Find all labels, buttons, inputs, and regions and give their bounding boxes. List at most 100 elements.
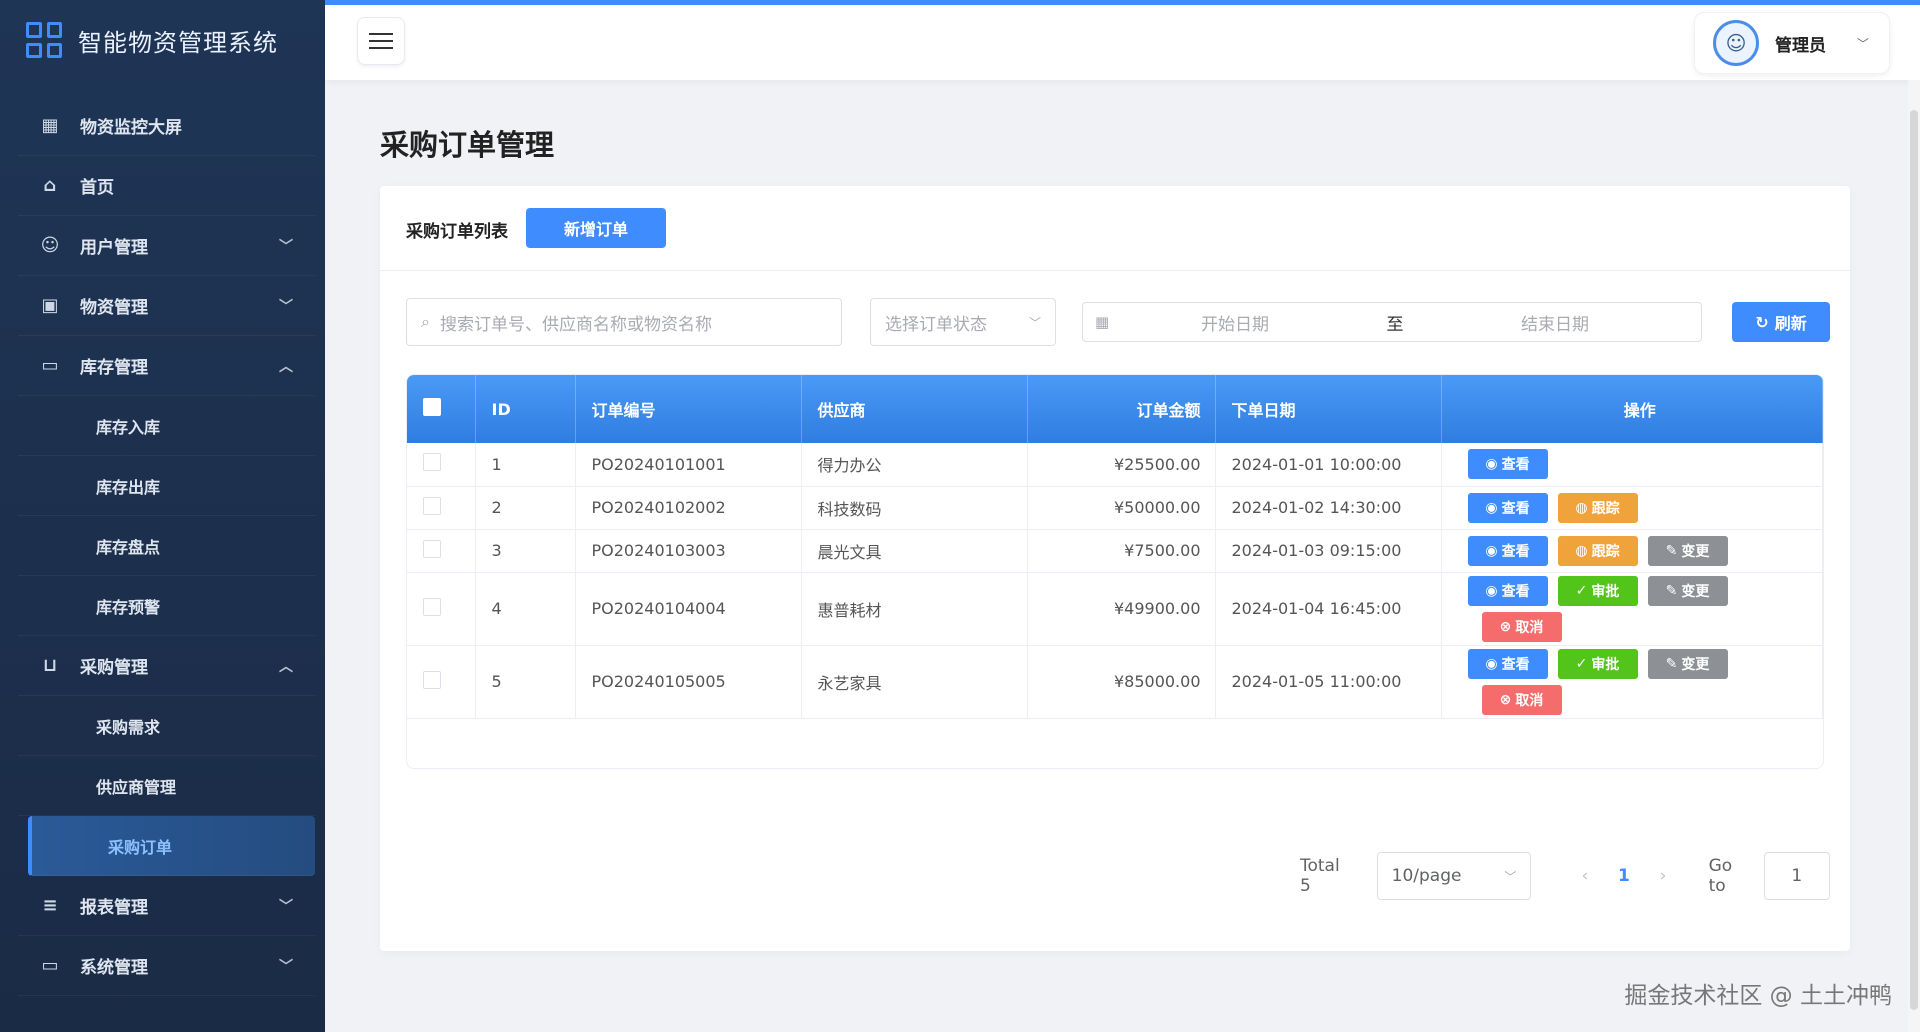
table-row: 4 PO20240104004 惠普耗材 ¥49900.00 2024-01-04 16… [407,572,1823,646]
sidebar-item-12[interactable]: 采购订单 [28,816,315,876]
sidebar: 智能物资管理系统 ▦ 物资监控大屏 ⌂ 首页 ☺ 用户管理 ﹀ ▣ 物资管理 ﹀ ▭ 库存管理 ︿ 库存入… [0,0,325,1032]
approve-button[interactable]: ✓ 审批 [1557,648,1638,679]
view-button[interactable]: ◉ 查看 [1467,648,1548,679]
view-button[interactable]: ◉ 查看 [1467,492,1548,523]
location-icon: ◍ [1575,499,1588,516]
track-button[interactable]: ◍ 跟踪 [1557,535,1638,566]
check-icon: ✓ [1575,582,1588,599]
change-button[interactable]: ✎ 变更 [1647,575,1728,606]
table-row: 1 PO20240101001 得力办公 ¥25500.00 2024-01-01 10… [407,443,1823,487]
sidebar-item-1[interactable]: ⌂ 首页 [18,156,315,216]
col-id[interactable]: ID [475,375,576,443]
cart-icon: ⊔ [42,655,58,676]
watermark: 掘金技术社区 @ 土土冲鸭 [1624,983,1892,1009]
date-range-picker[interactable]: ▦ 开始日期 至 结束日期 [1082,302,1702,342]
eye-icon: ◉ [1485,582,1498,599]
col-amount[interactable]: 订单金额 [1027,375,1216,443]
chevron-icon: ︿ [279,658,293,675]
page-size-select[interactable]: 10/page ﹀ [1376,852,1532,900]
users-icon: ☺ [40,235,60,256]
sidebar-item-7[interactable]: 库存盘点 [18,516,315,576]
new-order-button[interactable]: 新增订单 [526,208,666,248]
page-title: 采购订单管理 [380,128,555,162]
cell-order-no: PO20240104004 [575,572,802,646]
col-supplier[interactable]: 供应商 [801,375,1028,443]
approve-label: 审批 [1591,583,1620,600]
brand: 智能物资管理系统 [0,0,325,80]
change-label: 变更 [1681,543,1710,560]
view-button[interactable]: ◉ 查看 [1467,449,1548,480]
col-date[interactable]: 下单日期 [1215,375,1442,443]
next-page-icon[interactable]: › [1644,866,1683,886]
chevron-down-icon: ﹀ [1028,315,1041,330]
row-checkbox[interactable] [423,597,441,616]
scrollbar-thumb[interactable] [1910,110,1918,1010]
select-all-checkbox[interactable] [423,398,441,416]
sidebar-item-2[interactable]: ☺ 用户管理 ﹀ [18,216,315,276]
row-checkbox[interactable] [423,496,441,515]
sidebar-item-label: 物资管理 [80,298,148,318]
edit-icon: ✎ [1665,655,1678,672]
sidebar-item-label: 物资监控大屏 [80,118,182,138]
row-checkbox[interactable] [423,539,441,558]
sidebar-menu: ▦ 物资监控大屏 ⌂ 首页 ☺ 用户管理 ﹀ ▣ 物资管理 ﹀ ▭ 库存管理 ︿ 库存入库 库存出库 库存盘点… [0,80,325,996]
sidebar-item-11[interactable]: 供应商管理 [18,756,315,816]
cancel-button[interactable]: ⊗ 取消 [1481,611,1562,642]
change-button[interactable]: ✎ 变更 [1647,535,1728,566]
refresh-button[interactable]: ↻ 刷新 [1732,302,1830,342]
track-label: 跟踪 [1591,543,1620,560]
view-button[interactable]: ◉ 查看 [1467,535,1548,566]
sidebar-item-label: 用户管理 [80,238,148,258]
sidebar-item-10[interactable]: 采购需求 [18,696,315,756]
view-label: 查看 [1501,500,1530,517]
status-select[interactable]: 选择订单状态 ﹀ [870,298,1056,346]
prev-page-icon[interactable]: ‹ [1565,866,1604,886]
row-checkbox-cell [407,443,476,487]
view-label: 查看 [1501,543,1530,560]
sidebar-item-9[interactable]: ⊔ 采购管理 ︿ [18,636,315,696]
start-date-input[interactable]: 开始日期 [1135,310,1335,335]
check-icon: ✓ [1575,655,1588,672]
chevron-icon: ﹀ [279,298,293,315]
hamburger-icon [369,33,393,35]
monitor-icon: ▭ [41,955,59,976]
user-name: 管理员 [1775,35,1826,56]
track-button[interactable]: ◍ 跟踪 [1557,492,1638,523]
sidebar-item-6[interactable]: 库存出库 [18,456,315,516]
goto-input[interactable]: 1 [1763,852,1831,900]
search-icon: ⌕ [421,312,430,331]
table-row: 3 PO20240103003 晨光文具 ¥7500.00 2024-01-03 09:… [407,529,1823,573]
calendar-icon: ▦ [1095,313,1110,331]
refresh-label: 刷新 [1774,314,1807,333]
cell-amount: ¥50000.00 [1027,486,1216,530]
sidebar-item-13[interactable]: ≡ 报表管理 ﹀ [18,876,315,936]
approve-button[interactable]: ✓ 审批 [1557,575,1638,606]
cancel-button[interactable]: ⊗ 取消 [1481,684,1562,715]
view-label: 查看 [1501,457,1530,474]
search-input[interactable]: ⌕ 搜索订单号、供应商名称或物资名称 [406,298,842,346]
sidebar-item-8[interactable]: 库存预警 [18,576,315,636]
row-checkbox[interactable] [423,670,441,689]
select-all-cell [407,375,476,443]
cell-date: 2024-01-05 11:00:00 [1215,645,1442,719]
sidebar-item-4[interactable]: ▭ 库存管理 ︿ [18,336,315,396]
sidebar-item-3[interactable]: ▣ 物资管理 ﹀ [18,276,315,336]
page-scrollbar[interactable] [1908,80,1920,1032]
sidebar-item-label: 库存管理 [80,358,148,378]
menu-toggle-button[interactable] [357,17,405,65]
card-header: 采购订单列表 新增订单 [380,186,1850,271]
cancel-icon: ⊗ [1499,618,1512,635]
col-order-no[interactable]: 订单编号 [575,375,802,443]
page-number[interactable]: 1 [1604,866,1643,886]
sidebar-item-14[interactable]: ▭ 系统管理 ﹀ [18,936,315,996]
grid-icon: ▦ [41,115,59,136]
end-date-input[interactable]: 结束日期 [1455,310,1655,335]
sidebar-item-5[interactable]: 库存入库 [18,396,315,456]
sidebar-item-0[interactable]: ▦ 物资监控大屏 [18,96,315,156]
user-menu[interactable]: ☺ 管理员 ﹀ [1694,12,1890,74]
row-checkbox-cell [407,486,476,530]
change-button[interactable]: ✎ 变更 [1647,648,1728,679]
row-checkbox[interactable] [423,453,441,472]
cell-supplier: 得力办公 [801,443,1028,487]
view-button[interactable]: ◉ 查看 [1467,575,1548,606]
